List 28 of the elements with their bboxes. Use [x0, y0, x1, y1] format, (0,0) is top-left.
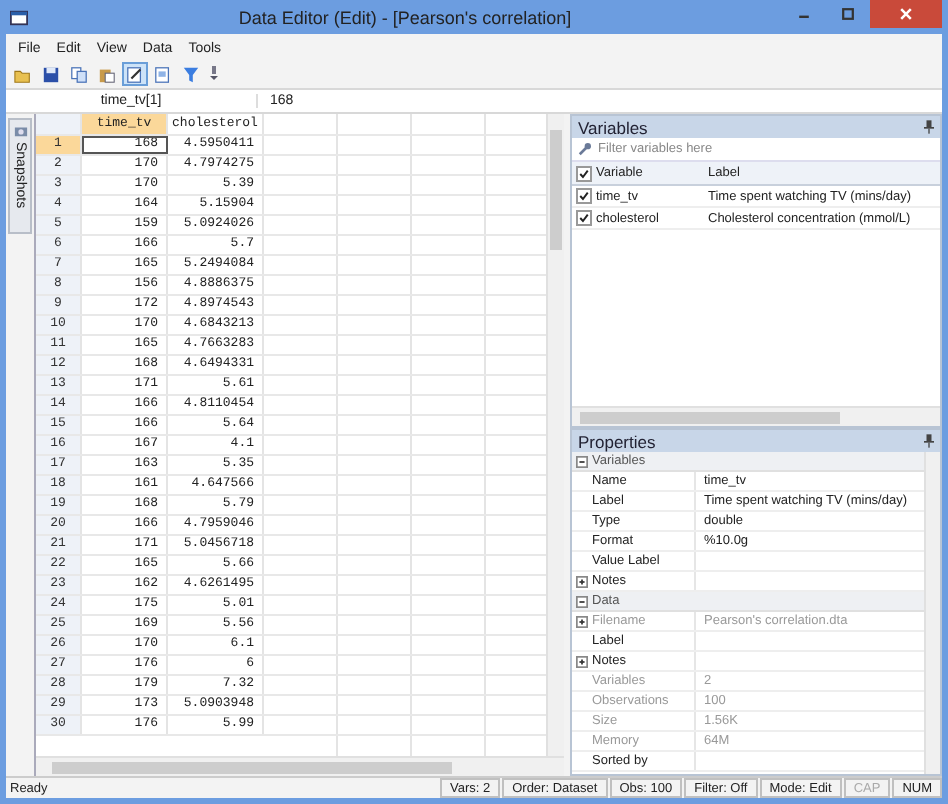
- overflow-icon[interactable]: [210, 66, 218, 82]
- panel-title: Variables: [578, 117, 648, 137]
- edit-icon[interactable]: [122, 62, 148, 86]
- save-icon[interactable]: [38, 62, 64, 86]
- wrench-icon: [578, 142, 592, 156]
- pin-icon[interactable]: [924, 434, 934, 448]
- close-button[interactable]: [870, 0, 942, 28]
- pin-icon[interactable]: [924, 120, 934, 134]
- collapse-icon[interactable]: [576, 595, 588, 607]
- maximize-icon[interactable]: [840, 6, 856, 22]
- horizontal-scrollbar[interactable]: [36, 756, 564, 776]
- vertical-scrollbar[interactable]: [924, 452, 940, 774]
- expand-icon[interactable]: [576, 575, 588, 587]
- close-icon[interactable]: [898, 6, 914, 22]
- checkbox[interactable]: [576, 210, 592, 226]
- panel-title: Properties: [578, 431, 656, 451]
- checkbox[interactable]: [576, 188, 592, 204]
- horizontal-scrollbar[interactable]: [572, 406, 940, 426]
- camera-icon: [13, 124, 27, 138]
- collapse-icon[interactable]: [576, 455, 588, 467]
- checkbox[interactable]: [576, 165, 592, 181]
- filter-icon[interactable]: [178, 62, 204, 86]
- corner-cell[interactable]: [36, 114, 82, 134]
- expand-icon[interactable]: [576, 655, 588, 667]
- vertical-scrollbar[interactable]: [546, 114, 564, 756]
- window-title: Data Editor (Edit) - [Pearson's correlation]: [236, 7, 574, 27]
- copy-icon[interactable]: [66, 62, 92, 86]
- app-icon: [10, 9, 28, 25]
